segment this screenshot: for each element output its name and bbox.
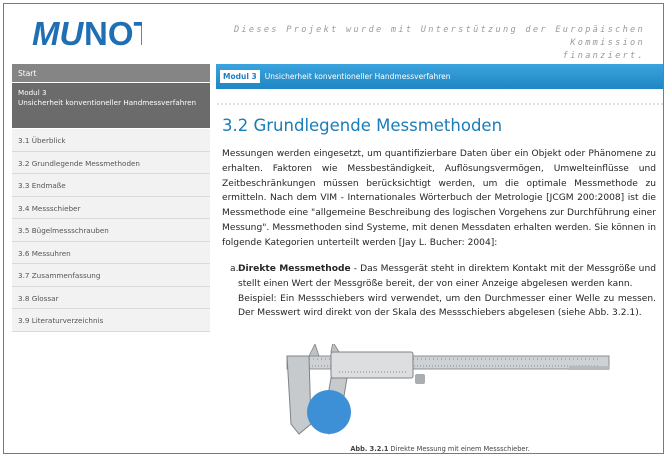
munot-logo-graphic: MU NOT [32, 16, 142, 50]
module-badge: Modul 3 [220, 70, 260, 83]
intro-paragraph: Messungen werden eingesetzt, um quantifi… [222, 149, 656, 248]
module-bar-title: Unsicherheit konventioneller Handmessver… [264, 72, 451, 81]
sidebar: Start Modul 3 Unsicherheit konventionell… [12, 64, 210, 334]
header: MU NOT Dieses Projekt wurde mit Unterstü… [4, 4, 663, 61]
sidebar-item-zusammenfassung[interactable]: 3.7 Zusammenfassung [12, 264, 210, 287]
munot-logo[interactable]: MU NOT [32, 16, 142, 50]
dotted-divider [216, 102, 663, 106]
sponsor-line-2: finanziert. [562, 51, 645, 61]
caliper-illustration [286, 340, 610, 435]
sidebar-item-glossar[interactable]: 3.8 Glossar [12, 286, 210, 309]
sidebar-item-start[interactable]: Start [12, 64, 210, 83]
measured-shaft [307, 390, 351, 434]
figure-caption-label: Abb. 3.2.1 [350, 445, 389, 453]
sidebar-item-endmasse[interactable]: 3.3 Endmaße [12, 174, 210, 197]
figure-caption: Abb. 3.2.1 Direkte Messung mit einem Mes… [224, 445, 656, 453]
sponsor-notice: Dieses Projekt wurde mit Unterstützung d… [175, 24, 645, 63]
logo-lettering: MU [32, 16, 84, 50]
page-frame: MU NOT Dieses Projekt wurde mit Unterstü… [3, 3, 664, 454]
method-example: Beispiel: Ein Messschiebers wird verwend… [238, 293, 656, 319]
list-marker: a. [230, 264, 239, 274]
figure-caption-text: Direkte Messung mit einem Messschieber. [388, 445, 530, 453]
logo-lettering-2: NOT [84, 16, 142, 50]
method-list-item: a. Direkte Messmethode - Das Messgerät s… [224, 262, 656, 321]
sidebar-item-module-3[interactable]: Modul 3 Unsicherheit konventioneller Han… [12, 83, 210, 129]
sidebar-item-messschieber[interactable]: 3.4 Messschieber [12, 196, 210, 219]
figure-caliper [269, 340, 619, 439]
sidebar-item-buegelmessschrauben[interactable]: 3.5 Bügelmessschrauben [12, 219, 210, 242]
sidebar-item-ueberblick[interactable]: 3.1 Überblick [12, 129, 210, 152]
sidebar-module-label: Modul 3 [18, 88, 47, 97]
sidebar-module-title: Unsicherheit konventioneller Handmessver… [18, 98, 197, 107]
method-description: Direkte Messmethode - Das Messgerät steh… [238, 262, 656, 321]
sidebar-item-literaturverzeichnis[interactable]: 3.9 Literaturverzeichnis [12, 309, 210, 332]
module-bar: Modul 3 Unsicherheit konventioneller Han… [216, 64, 663, 89]
sidebar-item-grundlegende-messmethoden[interactable]: 3.2 Grundlegende Messmethoden [12, 151, 210, 174]
main-content: 3.2 Grundlegende Messmethoden Messungen … [222, 116, 656, 251]
sidebar-item-messuhren[interactable]: 3.6 Messuhren [12, 241, 210, 264]
sponsor-line-1: Dieses Projekt wurde mit Unterstützung d… [233, 25, 645, 48]
method-term: Direkte Messmethode [238, 264, 351, 274]
page-title: 3.2 Grundlegende Messmethoden [222, 116, 503, 135]
